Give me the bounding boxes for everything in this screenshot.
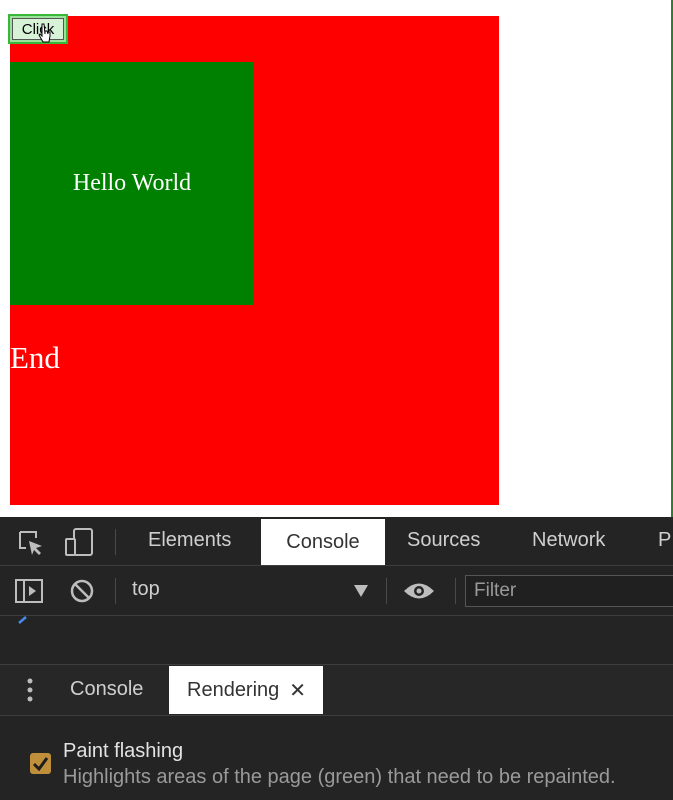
tab-performance-truncated[interactable]: P (658, 529, 671, 552)
cursor-pointer-icon (38, 23, 51, 43)
console-toolbar: top Filter (0, 566, 673, 616)
dropdown-arrow-icon[interactable] (354, 585, 368, 597)
more-vertical-icon[interactable] (25, 676, 35, 704)
inspect-element-icon[interactable] (18, 530, 44, 556)
page-viewport: Hello World End Click (0, 0, 673, 517)
devtools-panel: Elements Console Sources Network P top F… (0, 517, 673, 800)
console-prompt-icon (18, 616, 27, 624)
tab-elements[interactable]: Elements (148, 529, 231, 552)
tab-separator (115, 529, 116, 555)
inner-green-box: Hello World (10, 62, 254, 305)
drawer-tab-rendering-label: Rendering (187, 678, 280, 701)
clear-console-icon[interactable] (69, 578, 95, 604)
tab-console-label: Console (286, 530, 360, 553)
device-toolbar-icon[interactable] (64, 527, 94, 557)
drawer-tab-console[interactable]: Console (70, 678, 143, 701)
toolbar-separator (115, 578, 116, 604)
hello-world-text: Hello World (72, 170, 192, 196)
filter-placeholder: Filter (474, 580, 517, 601)
tab-sources[interactable]: Sources (407, 529, 480, 552)
rendering-panel: Paint flashing Highlights areas of the p… (0, 716, 673, 800)
paint-flashing-description: Highlights areas of the page (green) tha… (63, 766, 616, 788)
drawer-tab-rendering[interactable]: Rendering ✕ (169, 666, 323, 714)
toolbar-separator (386, 578, 387, 604)
paint-flashing-checkbox[interactable] (30, 753, 51, 774)
end-text: End (10, 340, 60, 375)
sidebar-toggle-icon[interactable] (15, 578, 43, 604)
context-selector[interactable]: top (132, 578, 160, 601)
close-icon[interactable]: ✕ (289, 678, 306, 703)
tab-network[interactable]: Network (532, 529, 605, 552)
drawer-tab-bar: Console Rendering ✕ (0, 665, 673, 716)
paint-flashing-label: Paint flashing (63, 740, 184, 762)
devtools-tab-bar: Elements Console Sources Network P (0, 517, 673, 566)
console-prompt-line[interactable] (0, 616, 673, 665)
tab-console[interactable]: Console (261, 519, 385, 565)
checkmark-icon (32, 757, 49, 772)
toolbar-separator (455, 578, 456, 604)
filter-input[interactable]: Filter (465, 575, 673, 607)
eye-icon[interactable] (402, 580, 436, 602)
